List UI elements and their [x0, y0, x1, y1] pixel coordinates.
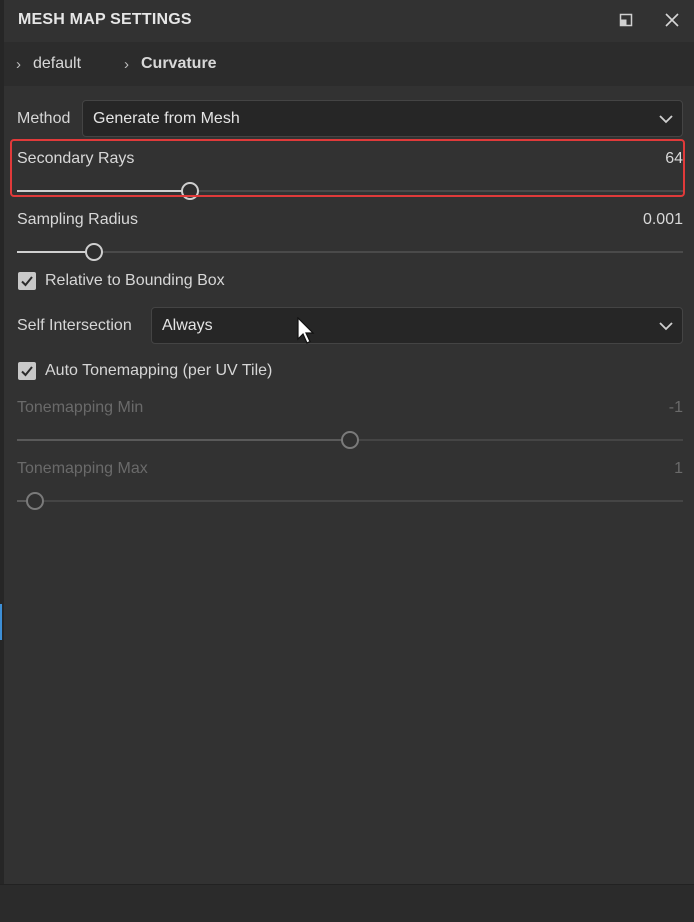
dock-accent-marker: [0, 604, 2, 640]
secondary-rays-value[interactable]: 64: [665, 150, 683, 168]
mesh-map-settings-panel: MESH MAP SETTINGS › default › Curvature …: [4, 0, 694, 884]
breadcrumb-item-curvature[interactable]: › Curvature: [124, 55, 217, 73]
tonemapping-max-label: Tonemapping Max: [17, 460, 148, 477]
method-label: Method: [17, 110, 71, 127]
auto-tonemapping-checkbox-row[interactable]: Auto Tonemapping (per UV Tile): [18, 362, 272, 380]
secondary-rays-slider: Secondary Rays 64: [17, 150, 683, 206]
slider-handle[interactable]: [181, 182, 199, 200]
slider-fill: [17, 439, 350, 441]
slider-track[interactable]: [17, 243, 683, 261]
slider-fill: [17, 251, 94, 253]
float-window-icon: [619, 13, 633, 27]
slider-track: [17, 431, 683, 449]
tonemapping-min-label: Tonemapping Min: [17, 399, 144, 416]
slider-track: [17, 492, 683, 510]
tonemapping-max-value: 1: [674, 460, 683, 477]
panel-title: MESH MAP SETTINGS: [18, 11, 192, 28]
bottom-status-strip: [0, 884, 694, 922]
slider-handle[interactable]: [85, 243, 103, 261]
slider-handle: [26, 492, 44, 510]
tonemapping-min-value: -1: [668, 399, 683, 416]
breadcrumb-item-default[interactable]: › default: [16, 55, 81, 73]
auto-tonemapping-label: Auto Tonemapping (per UV Tile): [45, 362, 273, 379]
checkmark-icon: [21, 366, 33, 377]
float-window-button[interactable]: [614, 8, 638, 32]
chevron-down-icon: [659, 115, 673, 124]
self-intersection-dropdown[interactable]: Always: [151, 307, 683, 344]
slider-fill: [17, 190, 190, 192]
relative-bbox-checkbox-row[interactable]: Relative to Bounding Box: [18, 272, 225, 290]
checkmark-icon: [21, 276, 33, 287]
breadcrumb: › default › Curvature: [4, 42, 694, 86]
sampling-radius-value[interactable]: 0.001: [643, 211, 683, 229]
relative-bbox-label: Relative to Bounding Box: [45, 272, 225, 289]
slider-track[interactable]: [17, 182, 683, 200]
relative-bbox-checkbox[interactable]: [18, 272, 36, 290]
sampling-radius-slider: Sampling Radius 0.001: [17, 211, 683, 267]
chevron-right-icon: ›: [124, 55, 129, 73]
close-button[interactable]: [660, 8, 684, 32]
self-intersection-value: Always: [162, 317, 213, 334]
self-intersection-label: Self Intersection: [17, 317, 132, 334]
tonemapping-min-slider: Tonemapping Min -1: [17, 399, 683, 455]
close-icon: [665, 13, 679, 27]
secondary-rays-label: Secondary Rays: [17, 150, 135, 167]
sampling-radius-label: Sampling Radius: [17, 211, 138, 228]
chevron-down-icon: [659, 322, 673, 331]
chevron-right-icon: ›: [16, 55, 21, 73]
method-dropdown[interactable]: Generate from Mesh: [82, 100, 683, 137]
panel-titlebar: MESH MAP SETTINGS: [4, 0, 694, 40]
mouse-cursor-icon: [297, 317, 315, 344]
method-value: Generate from Mesh: [93, 110, 240, 127]
tonemapping-max-slider: Tonemapping Max 1: [17, 460, 683, 516]
auto-tonemapping-checkbox[interactable]: [18, 362, 36, 380]
slider-handle: [341, 431, 359, 449]
